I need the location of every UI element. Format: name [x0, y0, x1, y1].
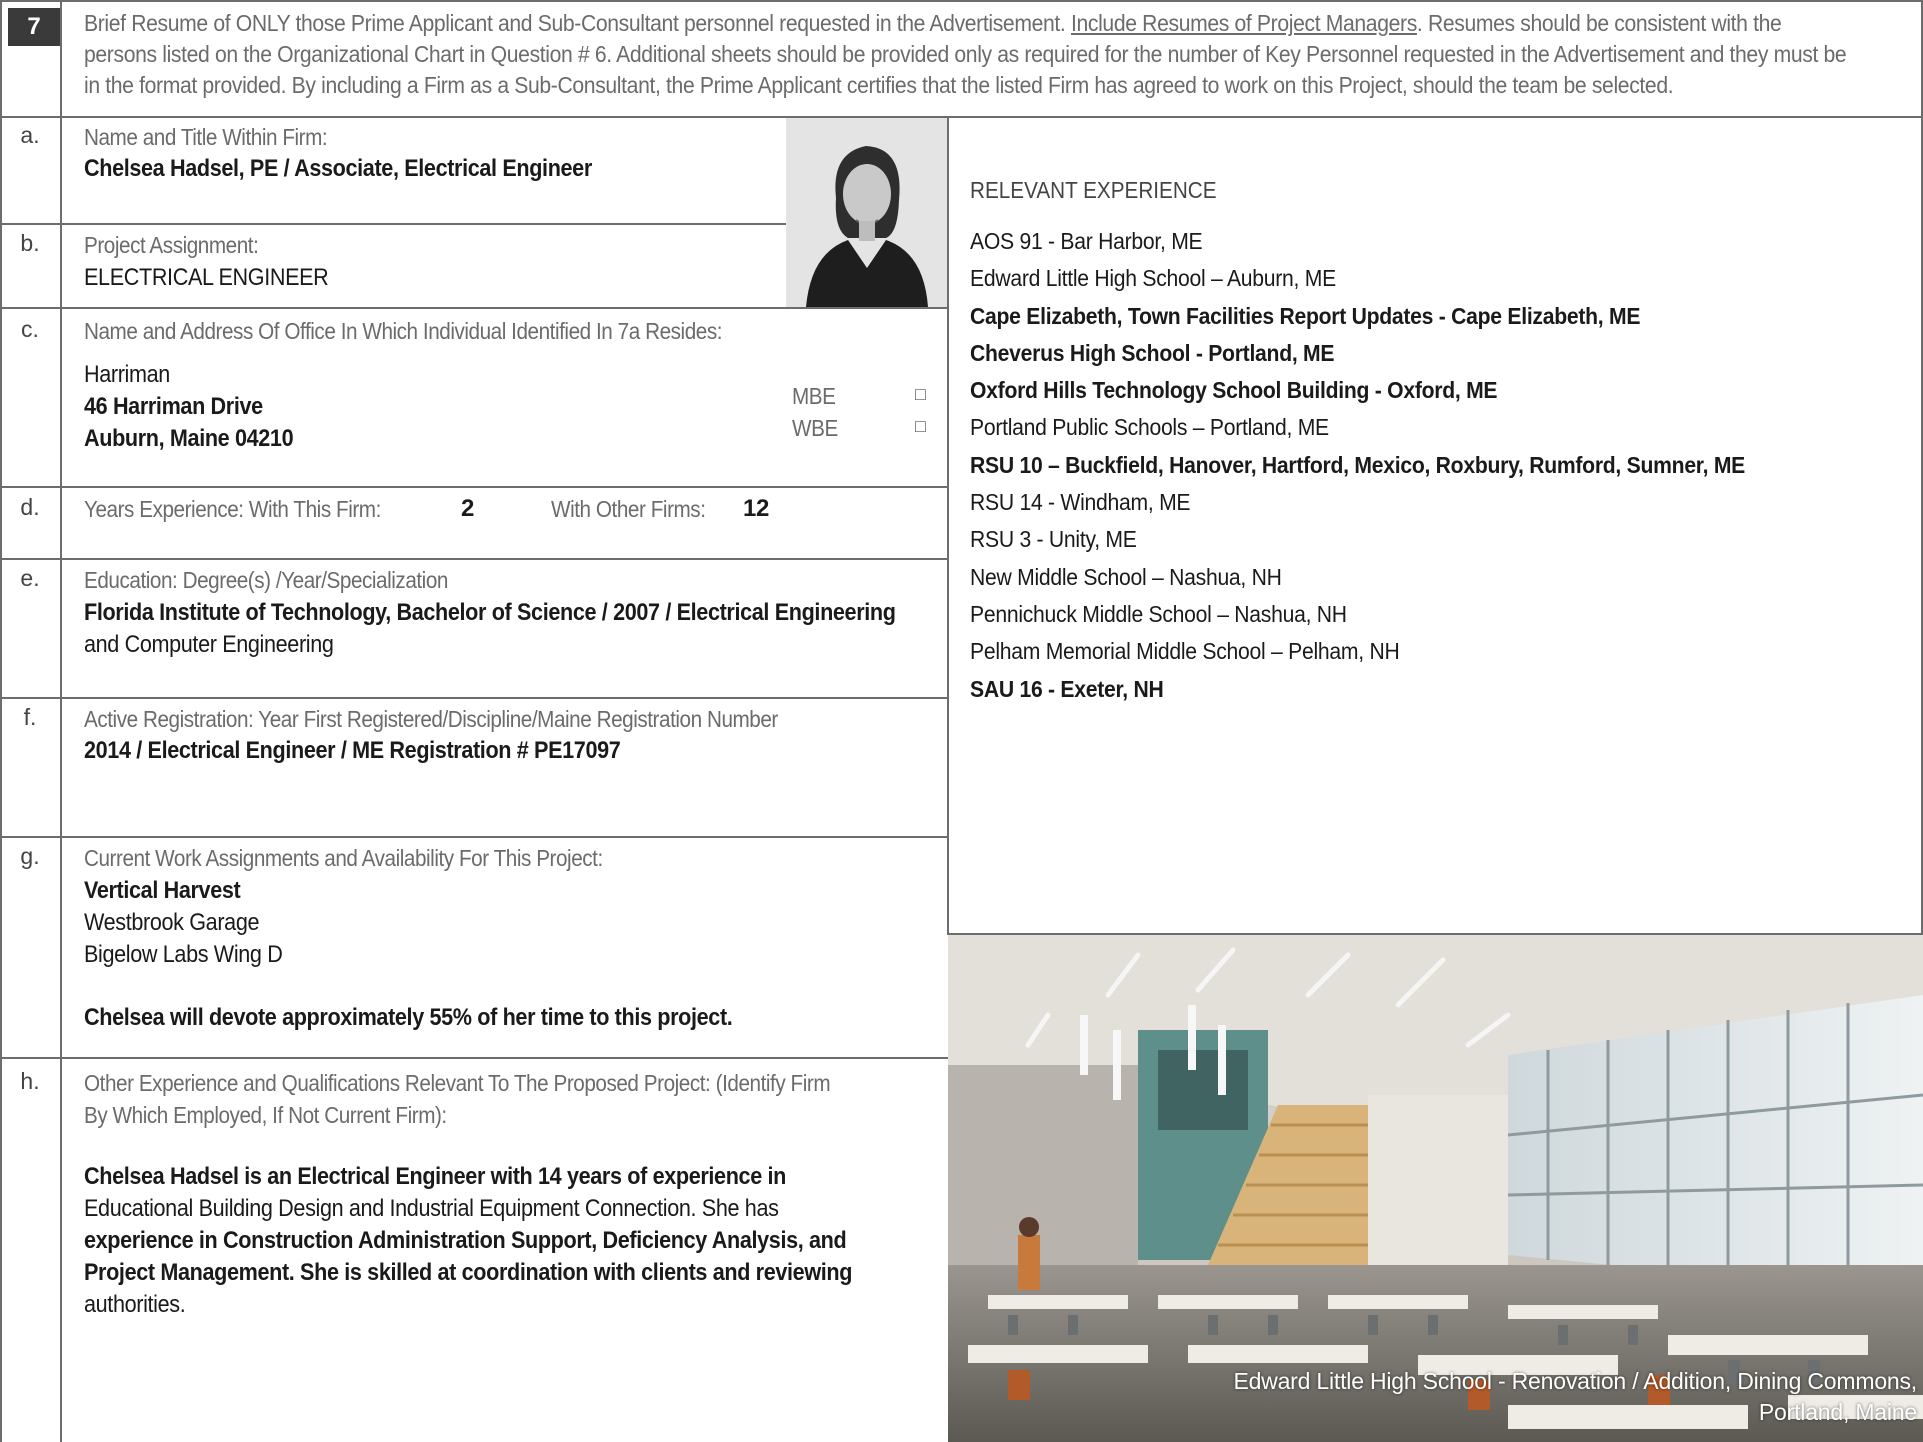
experience-item: Cheverus High School - Portland, ME: [970, 339, 1335, 366]
question-number-badge: 7: [8, 8, 60, 46]
wbe-checkbox[interactable]: □: [915, 416, 926, 437]
person-portrait-icon: [786, 118, 947, 307]
row-divider-g: [0, 1057, 948, 1059]
experience-item: Pelham Memorial Middle School – Pelham, …: [970, 638, 1400, 665]
photo-caption-line-1: Edward Little High School - Renovation /…: [1233, 1368, 1917, 1394]
education-label: Education: Degree(s) /Year/Specializatio…: [84, 567, 448, 593]
current-work-label: Current Work Assignments and Availabilit…: [84, 845, 603, 871]
years-this-firm-value: 2: [461, 495, 474, 522]
experience-item: Cape Elizabeth, Town Facilities Report U…: [970, 302, 1641, 329]
row-letter-f: f.: [23, 704, 37, 730]
mbe-label: MBE: [792, 383, 836, 409]
row-letter-b: b.: [20, 230, 40, 256]
row-divider-d: [0, 558, 948, 560]
mbe-checkbox[interactable]: □: [915, 384, 926, 405]
row-divider-c: [0, 486, 948, 488]
qualifications-line-1: Chelsea Hadsel is an Electrical Engineer…: [84, 1163, 786, 1190]
experience-item: RSU 10 – Buckfield, Hanover, Hartford, M…: [970, 451, 1746, 478]
name-title-label: Name and Title Within Firm:: [84, 124, 328, 150]
office-city: Auburn, Maine 04210: [84, 425, 294, 452]
qualifications-line-2: Educational Building Design and Industri…: [84, 1195, 779, 1222]
qualifications-line-5: authorities.: [84, 1291, 186, 1318]
experience-item: SAU 16 - Exeter, NH: [970, 675, 1164, 702]
current-work-item-2: Westbrook Garage: [84, 909, 260, 936]
experience-item: AOS 91 - Bar Harbor, ME: [970, 228, 1203, 254]
row-letter-g: g.: [20, 843, 40, 869]
wbe-label: WBE: [792, 415, 838, 441]
office-street: 46 Harriman Drive: [84, 393, 263, 420]
qualifications-line-3: experience in Construction Administratio…: [84, 1227, 847, 1254]
row-divider-f: [0, 836, 948, 838]
instructions-text-1: Brief Resume of ONLY those Prime Applica…: [84, 10, 1071, 36]
question-instructions: Brief Resume of ONLY those Prime Applica…: [84, 8, 1848, 101]
project-assignment-value: ELECTRICAL ENGINEER: [84, 264, 329, 291]
other-experience-label-2: By Which Employed, If Not Current Firm):: [84, 1102, 447, 1128]
instructions-link[interactable]: Include Resumes of Project Managers: [1071, 10, 1417, 36]
years-other-firms-value: 12: [743, 495, 769, 522]
portrait-photo: [786, 118, 947, 307]
current-work-item-1: Vertical Harvest: [84, 877, 241, 904]
experience-item: New Middle School – Nashua, NH: [970, 563, 1282, 590]
years-other-firms-label: With Other Firms:: [551, 496, 706, 522]
row-divider-a: [0, 223, 786, 225]
experience-item: RSU 3 - Unity, ME: [970, 526, 1137, 553]
dining-commons-image: [948, 935, 1923, 1442]
row-letter-c: c.: [21, 316, 39, 342]
header-divider: [0, 116, 1923, 118]
years-this-firm-label: Years Experience: With This Firm:: [84, 496, 381, 522]
experience-item: Pennichuck Middle School – Nashua, NH: [970, 600, 1347, 627]
letter-column-divider: [60, 0, 62, 1442]
left-section-right-border: [947, 116, 949, 935]
registration-value: 2014 / Electrical Engineer / ME Registra…: [84, 737, 621, 764]
office-name: Harriman: [84, 361, 170, 388]
experience-item: Edward Little High School – Auburn, ME: [970, 265, 1336, 292]
current-work-item-3: Bigelow Labs Wing D: [84, 941, 283, 968]
photo-caption-line-2: Portland, Maine: [1758, 1399, 1917, 1425]
experience-item: Oxford Hills Technology School Building …: [970, 377, 1498, 404]
experience-item: RSU 14 - Windham, ME: [970, 489, 1191, 516]
education-value-line1: Florida Institute of Technology, Bachelo…: [84, 599, 896, 626]
availability-statement: Chelsea will devote approximately 55% of…: [84, 1004, 733, 1031]
row-letter-d: d.: [20, 494, 40, 520]
border-top: [0, 0, 1923, 2]
relevant-experience-heading: RELEVANT EXPERIENCE: [970, 177, 1217, 203]
row-divider-e: [0, 697, 948, 699]
row-divider-b: [0, 307, 948, 309]
row-letter-e: e.: [20, 565, 40, 591]
education-value-line2: and Computer Engineering: [84, 631, 334, 658]
registration-label: Active Registration: Year First Register…: [84, 706, 778, 732]
office-address-label: Name and Address Of Office In Which Indi…: [84, 318, 723, 344]
project-assignment-label: Project Assignment:: [84, 232, 259, 258]
row-letter-h: h.: [20, 1068, 40, 1094]
project-photo: Edward Little High School - Renovation /…: [948, 935, 1923, 1442]
experience-item: Portland Public Schools – Portland, ME: [970, 414, 1329, 441]
qualifications-line-4: Project Management. She is skilled at co…: [84, 1259, 853, 1286]
relevant-experience-list: AOS 91 - Bar Harbor, ME Edward Little Hig…: [970, 223, 1834, 708]
name-title-value: Chelsea Hadsel, PE / Associate, Electric…: [84, 155, 592, 182]
row-letter-a: a.: [20, 122, 40, 148]
other-experience-label-1: Other Experience and Qualifications Rele…: [84, 1070, 831, 1096]
